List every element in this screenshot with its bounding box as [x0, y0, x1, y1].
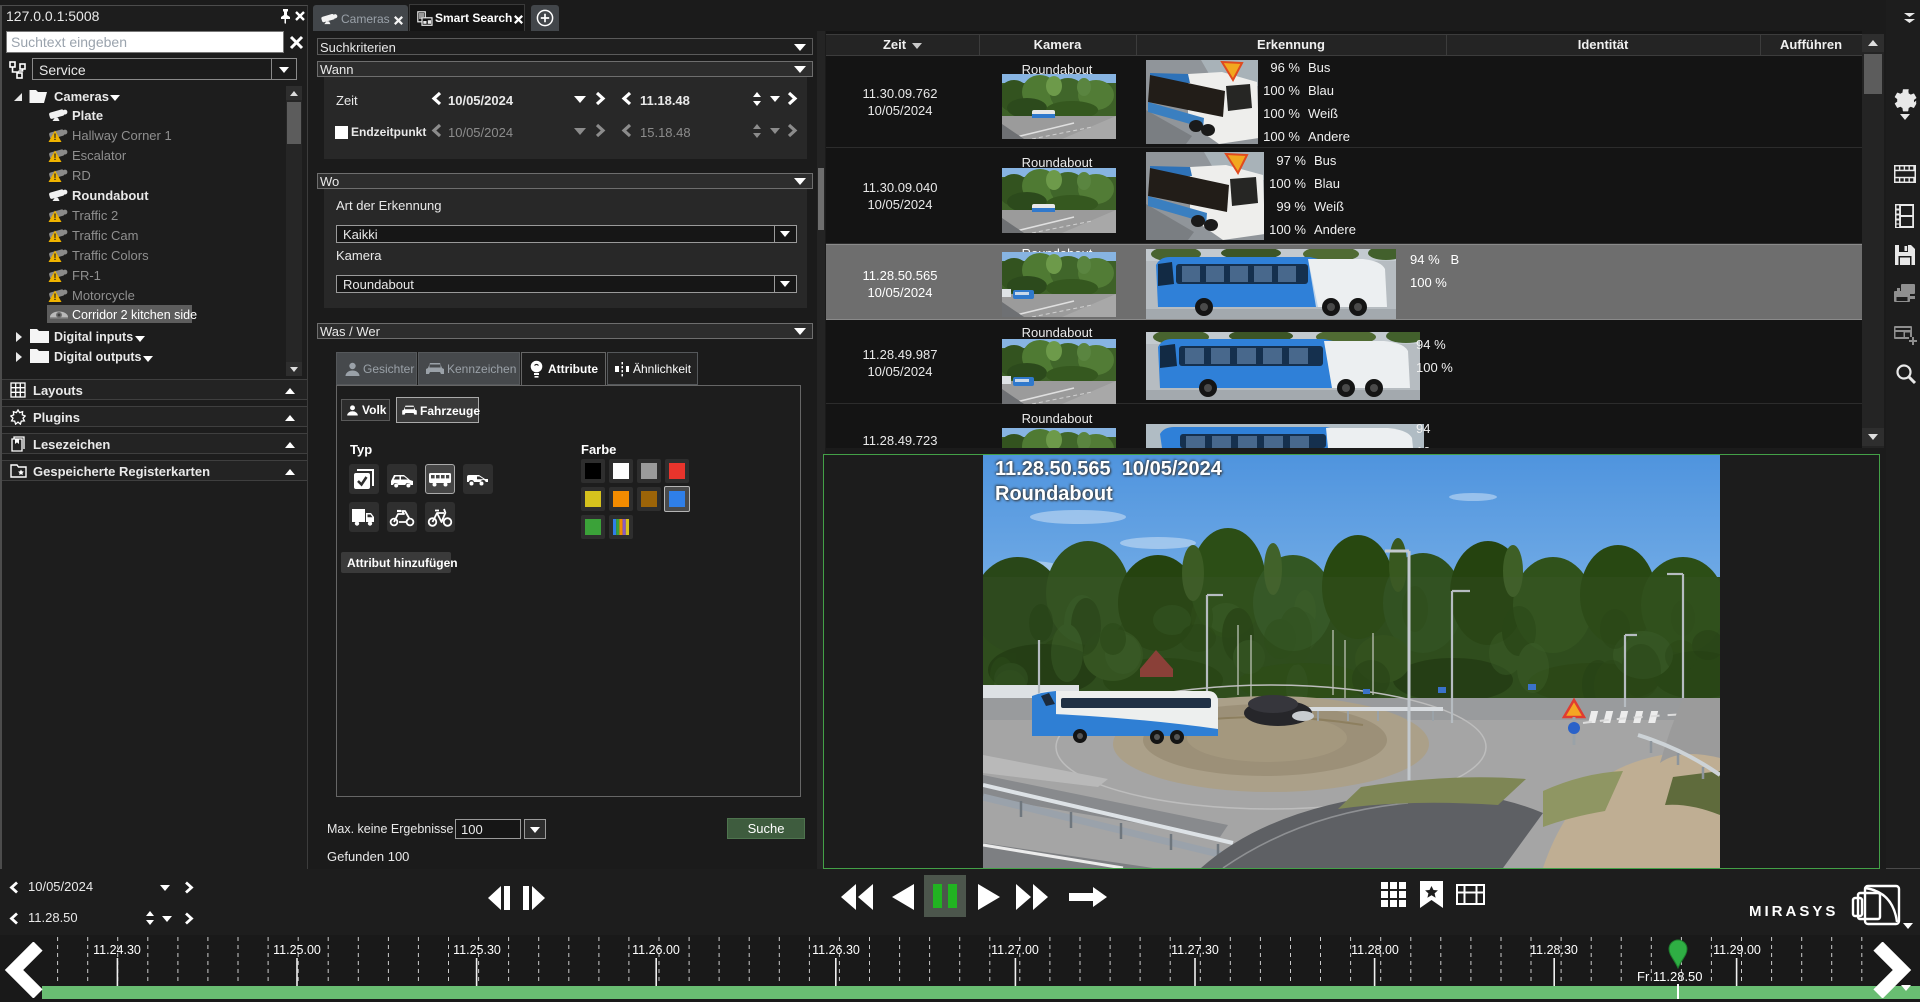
svg-text:!: !	[54, 252, 57, 262]
svg-text:!: !	[54, 152, 57, 162]
svg-text:!: !	[54, 172, 57, 182]
svg-text:!: !	[54, 232, 57, 242]
svg-text:!: !	[54, 132, 57, 142]
svg-text:!: !	[54, 292, 57, 302]
svg-text:!: !	[54, 272, 57, 282]
svg-text:!: !	[54, 212, 57, 222]
